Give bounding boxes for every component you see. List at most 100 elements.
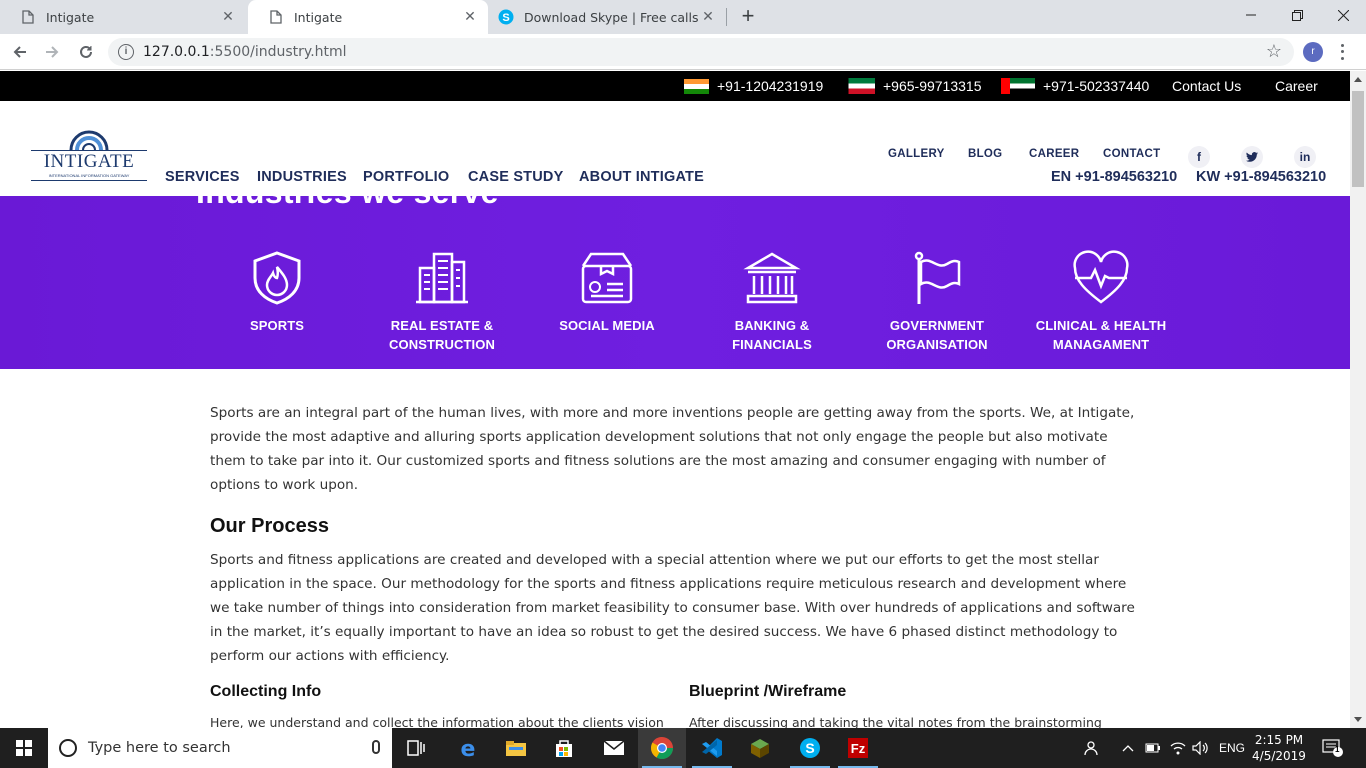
industry-label: GOVERNMENT xyxy=(889,318,985,333)
address-bar[interactable]: i 127.0.0.1:5500/industry.html ☆ xyxy=(108,38,1294,66)
nav-blog[interactable]: BLOG xyxy=(968,148,1002,160)
nav-gallery[interactable]: GALLERY xyxy=(888,148,945,160)
industry-label: BANKING & FINANCIALS xyxy=(732,318,812,352)
phone-india[interactable]: +91-1204231919 xyxy=(684,71,823,101)
browser-menu-icon[interactable] xyxy=(1336,42,1348,62)
file-explorer-icon[interactable] xyxy=(492,728,540,768)
industry-label: ORGANISATION xyxy=(886,337,988,352)
microphone-icon[interactable] xyxy=(372,740,380,754)
chrome-icon[interactable] xyxy=(638,728,686,768)
url-path: :5500/industry.html xyxy=(209,44,347,60)
nav-contact[interactable]: CONTACT xyxy=(1103,148,1160,160)
industries-hero: Industries we serve SPORTS REAL ESTATE &… xyxy=(0,196,1350,369)
facebook-icon[interactable]: f xyxy=(1188,146,1210,168)
nav-portfolio[interactable]: PORTFOLIO xyxy=(363,169,449,185)
back-arrow-icon[interactable] xyxy=(8,40,32,64)
intigate-logo[interactable]: INTIGATE INTERNATIONAL INFORMATION GATEW… xyxy=(31,113,147,189)
step-text: After discussing and taking the vital no… xyxy=(689,715,1102,728)
industry-label: SPORTS xyxy=(249,318,305,333)
minimize-icon[interactable] xyxy=(1228,0,1274,30)
industry-tab-clinical[interactable]: CLINICAL & HEALTH MANAGAMENT xyxy=(1026,250,1176,354)
store-icon[interactable] xyxy=(540,728,588,768)
linkedin-icon[interactable]: in xyxy=(1294,146,1316,168)
tab-title: Intigate xyxy=(46,9,95,25)
scroll-down-arrow-icon[interactable] xyxy=(1354,717,1362,722)
industry-label: MANAGAMENT xyxy=(1052,337,1150,352)
flag-icon xyxy=(914,251,961,304)
battery-icon[interactable] xyxy=(1145,728,1161,768)
document-icon xyxy=(268,9,284,25)
industry-tab-real-estate[interactable]: REAL ESTATE & CONSTRUCTION xyxy=(367,250,517,354)
mail-icon[interactable] xyxy=(590,728,638,768)
minecraft-icon[interactable] xyxy=(736,728,784,768)
action-center-icon[interactable]: 1 xyxy=(1322,738,1344,758)
phone-number: +965-99713315 xyxy=(883,78,982,94)
nav-services[interactable]: SERVICES xyxy=(165,169,240,185)
close-tab-icon[interactable]: ✕ xyxy=(220,9,236,25)
profile-avatar[interactable]: r xyxy=(1303,42,1323,62)
close-window-icon[interactable] xyxy=(1320,0,1366,30)
skype-icon[interactable]: S xyxy=(786,728,834,768)
phone-uae[interactable]: +971-502337440 xyxy=(1001,71,1149,101)
nav-case-study[interactable]: CASE STUDY xyxy=(468,169,563,185)
site-info-icon[interactable]: i xyxy=(118,44,134,60)
close-tab-icon[interactable]: ✕ xyxy=(462,9,478,25)
industry-tab-sports[interactable]: SPORTS xyxy=(202,250,352,335)
nav-career[interactable]: CAREER xyxy=(1029,148,1079,160)
twitter-icon[interactable] xyxy=(1241,146,1263,168)
building-icon xyxy=(416,252,468,304)
close-tab-icon[interactable]: ✕ xyxy=(700,9,716,25)
process-heading: Our Process xyxy=(210,515,329,537)
industry-label: SOCIAL MEDIA xyxy=(559,318,655,333)
industry-tab-banking[interactable]: BANKING & FINANCIALS xyxy=(697,250,847,354)
restore-icon[interactable] xyxy=(1274,0,1320,30)
people-icon[interactable] xyxy=(1084,728,1102,768)
taskbar-search[interactable]: Type here to search xyxy=(48,728,392,768)
cortana-icon xyxy=(59,739,77,757)
nav-about-intigate[interactable]: ABOUT INTIGATE xyxy=(579,169,704,185)
edge-icon[interactable]: e xyxy=(444,728,492,768)
forward-arrow-icon[interactable] xyxy=(40,40,64,64)
volume-icon[interactable] xyxy=(1192,728,1210,768)
industry-content: Sports are an integral part of the human… xyxy=(210,401,1145,728)
header-phone-kw[interactable]: KW +91-894563210 xyxy=(1196,169,1326,185)
page-viewport: +91-1204231919 +965-99713315 +971-502337… xyxy=(0,71,1350,728)
new-tab-icon[interactable]: + xyxy=(736,5,760,29)
industry-label: CLINICAL & HEALTH xyxy=(1035,318,1167,333)
scroll-up-arrow-icon[interactable] xyxy=(1354,77,1362,82)
phone-kuwait[interactable]: +965-99713315 xyxy=(841,71,982,101)
phone-number: +91-1204231919 xyxy=(717,78,824,94)
industry-label: CONSTRUCTION xyxy=(389,337,495,352)
header-phone-en[interactable]: EN +91-894563210 xyxy=(1051,169,1177,185)
task-view-icon[interactable] xyxy=(392,728,440,768)
nav-industries[interactable]: INDUSTRIES xyxy=(257,169,347,185)
vscode-icon[interactable] xyxy=(688,728,736,768)
system-clock[interactable]: 2:15 PM 4/5/2019 xyxy=(1248,732,1310,764)
chevron-up-icon[interactable] xyxy=(1122,728,1134,768)
language-indicator[interactable]: ENG xyxy=(1219,728,1245,768)
browser-tab-3[interactable]: S Download Skype | Free calls | Cha ✕ xyxy=(490,0,726,34)
page-scrollbar[interactable] xyxy=(1350,71,1366,728)
contact-us-link[interactable]: Contact Us xyxy=(1172,78,1241,94)
site-header: INTIGATE INTERNATIONAL INFORMATION GATEW… xyxy=(0,101,1350,196)
step-blueprint: Blueprint /Wireframe After discussing an… xyxy=(689,683,1144,728)
logo-tagline: INTERNATIONAL INFORMATION GATEWAY xyxy=(48,173,130,178)
career-link[interactable]: Career xyxy=(1275,78,1318,94)
scrollbar-thumb[interactable] xyxy=(1352,91,1364,187)
browser-tab-2[interactable]: Intigate ✕ xyxy=(248,0,488,34)
logo-rule xyxy=(31,180,147,181)
browser-tab-1[interactable]: Intigate ✕ xyxy=(0,0,246,34)
filezilla-icon[interactable]: Fz xyxy=(834,728,882,768)
reload-icon[interactable] xyxy=(74,40,98,64)
industry-tab-government[interactable]: GOVERNMENT ORGANISATION xyxy=(862,250,1012,354)
start-button[interactable] xyxy=(0,728,48,768)
document-icon xyxy=(20,9,36,25)
industry-tab-social-media[interactable]: SOCIAL MEDIA xyxy=(532,250,682,335)
browser-tab-strip: Intigate ✕ Intigate ✕ S Download Skype |… xyxy=(0,0,1366,34)
bookmark-star-icon[interactable]: ☆ xyxy=(1266,41,1282,62)
top-contact-strip: +91-1204231919 +965-99713315 +971-502337… xyxy=(0,71,1350,101)
url-text[interactable]: 127.0.0.1:5500/industry.html xyxy=(143,44,347,60)
skype-icon: S xyxy=(498,9,514,25)
phone-number: +971-502337440 xyxy=(1043,78,1150,94)
wifi-icon[interactable] xyxy=(1170,728,1186,768)
